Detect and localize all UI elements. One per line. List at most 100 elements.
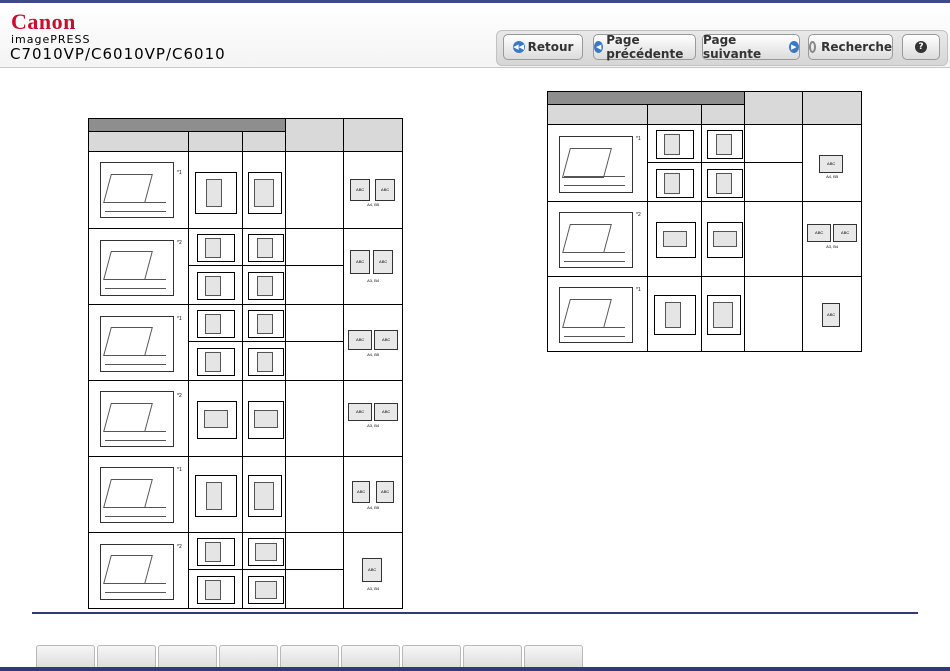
back-label: Retour bbox=[527, 40, 574, 54]
table-subheader bbox=[88, 131, 189, 152]
help-button[interactable]: ? bbox=[902, 34, 940, 60]
table-row: *1 ABC bbox=[547, 276, 862, 352]
right-orientation-table: *1 ABC A4, B5 *2 ABC ABC A3, B4 *1 ABC bbox=[546, 91, 862, 352]
output-sheet: ABC bbox=[350, 249, 371, 274]
next-page-label: Page suivante bbox=[703, 33, 762, 61]
paper-diagram bbox=[194, 172, 237, 214]
machine-illustration bbox=[100, 543, 174, 600]
arrow-left-icon: ◀ bbox=[594, 41, 604, 53]
paper-diagram bbox=[196, 576, 235, 604]
output-sheet: ABC bbox=[348, 403, 373, 421]
machine-illustration bbox=[559, 212, 633, 268]
table-row: *1 ABC A4, B5 bbox=[547, 124, 862, 202]
output-sheet: ABC bbox=[348, 329, 373, 350]
machine-illustration bbox=[559, 135, 633, 193]
left-orientation-table: *1 ABC ABC A4, B5 *2 ABC ABC A3, B4 *1 ABC AB… bbox=[87, 118, 403, 609]
paper-diagram bbox=[196, 348, 235, 376]
paper-size-label: A3, B4 bbox=[367, 423, 380, 428]
search-label: Recherche bbox=[821, 40, 892, 54]
header: Canon imagePRESS C7010VP/C6010VP/C6010 ◀… bbox=[0, 3, 950, 68]
search-button[interactable]: Recherche bbox=[808, 34, 893, 60]
machine-illustration bbox=[100, 239, 174, 296]
paper-diagram bbox=[655, 130, 694, 159]
magnifier-icon bbox=[809, 41, 817, 53]
table-row: *2 ABC ABC A3, B4 bbox=[547, 201, 862, 277]
table-header bbox=[744, 91, 804, 125]
bottom-accent-bar bbox=[0, 667, 950, 671]
table-header bbox=[802, 91, 862, 125]
paper-diagram bbox=[247, 310, 284, 338]
paper-diagram bbox=[196, 272, 235, 300]
output-sheet: ABC bbox=[350, 179, 371, 201]
model-name: C7010VP/C6010VP/C6010 bbox=[10, 45, 226, 63]
paper-diagram bbox=[247, 538, 284, 566]
arrow-right-icon: ▶ bbox=[788, 41, 799, 53]
paper-diagram bbox=[247, 172, 282, 214]
table-subheader bbox=[241, 131, 287, 152]
paper-diagram bbox=[247, 348, 284, 376]
output-sheet: ABC bbox=[362, 557, 383, 582]
output-sheet: ABC bbox=[376, 481, 395, 503]
table-row: *1 ABC ABC A4, B5 bbox=[88, 456, 403, 533]
table-row: *2 ABC A3, B4 bbox=[88, 532, 403, 609]
output-sheet: ABC bbox=[374, 403, 399, 421]
paper-size-label: A4, B5 bbox=[367, 351, 380, 357]
table-subheader bbox=[700, 104, 746, 125]
paper-diagram bbox=[247, 475, 282, 517]
machine-illustration bbox=[100, 467, 174, 523]
paper-diagram bbox=[706, 130, 743, 159]
output-sheet: ABC bbox=[819, 154, 844, 173]
paper-diagram bbox=[247, 401, 284, 439]
table-row: *2 ABC ABC A3, B4 bbox=[88, 380, 403, 457]
paper-size-label: A4, B5 bbox=[826, 173, 839, 179]
table-subheader bbox=[187, 131, 243, 152]
output-sheet: ABC bbox=[822, 303, 841, 327]
paper-diagram bbox=[706, 169, 743, 198]
table-row: *2 ABC ABC A3, B4 bbox=[88, 228, 403, 305]
output-sheet: ABC bbox=[833, 224, 858, 242]
machine-illustration bbox=[100, 315, 174, 372]
paper-diagram bbox=[196, 310, 235, 338]
output-sheet: ABC bbox=[373, 249, 394, 274]
table-header bbox=[285, 118, 345, 152]
paper-diagram bbox=[706, 222, 743, 258]
paper-diagram bbox=[247, 234, 284, 262]
paper-diagram bbox=[653, 295, 696, 335]
paper-size-label: A3, B4 bbox=[367, 277, 380, 283]
output-sheet: ABC bbox=[374, 329, 399, 350]
table-row: *1 ABC ABC A4, B5 bbox=[88, 151, 403, 229]
output-sheet: ABC bbox=[352, 481, 371, 503]
paper-diagram bbox=[196, 401, 237, 439]
paper-diagram bbox=[194, 475, 237, 517]
back-button[interactable]: ◀◀ Retour bbox=[503, 34, 583, 60]
rewind-icon: ◀◀ bbox=[512, 41, 525, 53]
table-subheader bbox=[547, 104, 648, 125]
paper-diagram bbox=[247, 272, 284, 300]
paper-diagram bbox=[196, 234, 235, 262]
paper-diagram bbox=[196, 538, 235, 566]
table-header bbox=[546, 91, 746, 105]
footer-divider bbox=[32, 612, 918, 614]
paper-size-label: A3, B4 bbox=[367, 585, 380, 591]
machine-illustration bbox=[100, 391, 174, 447]
previous-page-label: Page précédente bbox=[606, 33, 684, 61]
paper-diagram bbox=[655, 222, 696, 258]
table-row: *1 ABC ABC A4, B5 bbox=[88, 304, 403, 381]
paper-diagram bbox=[655, 169, 694, 198]
paper-diagram bbox=[247, 576, 284, 604]
next-page-button[interactable]: Page suivante ▶ bbox=[702, 33, 800, 61]
output-sheet: ABC bbox=[807, 224, 832, 242]
help-icon: ? bbox=[915, 41, 927, 53]
brand-logo: Canon bbox=[11, 9, 76, 34]
paper-size-label: A3, B4 bbox=[826, 244, 839, 249]
table-header bbox=[343, 118, 403, 152]
output-sheet: ABC bbox=[375, 179, 396, 201]
table-header bbox=[87, 118, 287, 132]
table-subheader bbox=[646, 104, 702, 125]
machine-illustration bbox=[559, 287, 633, 343]
paper-diagram bbox=[706, 295, 741, 335]
machine-illustration bbox=[100, 162, 174, 218]
paper-size-label: A4, B5 bbox=[367, 202, 380, 207]
navigation-bar: ◀◀ Retour ◀ Page précédente Page suivant… bbox=[496, 30, 948, 66]
previous-page-button[interactable]: ◀ Page précédente bbox=[593, 33, 696, 61]
